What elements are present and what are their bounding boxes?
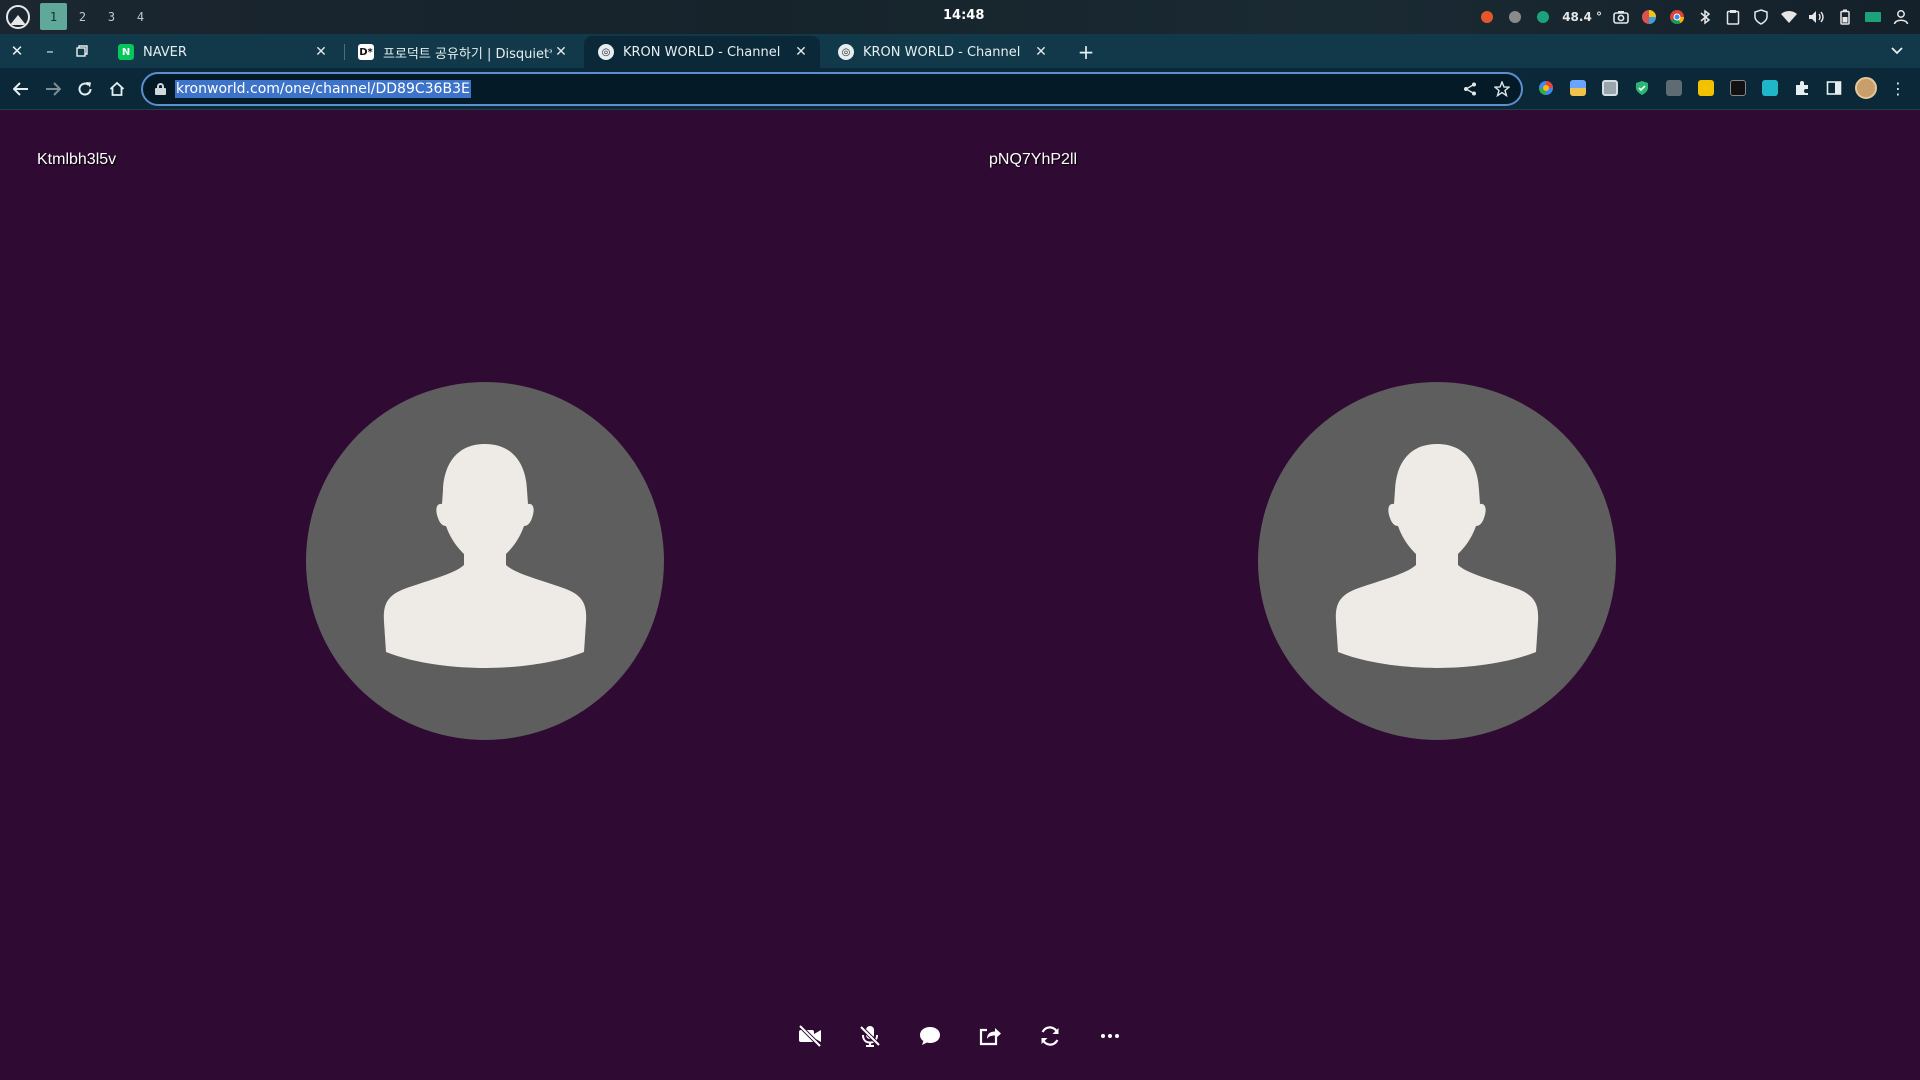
grey-dot-icon[interactable] [1506, 8, 1524, 26]
reload-icon[interactable] [72, 76, 98, 102]
browser-toolbar: kronworld.com/one/channel/DD89C36B3E ⋮ [0, 68, 1920, 110]
profile-avatar-icon[interactable] [1854, 76, 1878, 100]
tab-naver[interactable]: N NAVER ✕ [104, 36, 340, 68]
extension-color-wheel-icon[interactable] [1534, 76, 1558, 100]
tab-title: NAVER [143, 44, 187, 60]
side-panel-icon[interactable] [1822, 76, 1846, 100]
person-silhouette-icon [383, 444, 587, 668]
tab-title: 프로덕트 공유하기 | Disquiet* [383, 46, 552, 62]
tab-title: KRON WORLD - Channel [863, 44, 1021, 60]
extension-record-icon[interactable] [1726, 76, 1750, 100]
extension-image-icon[interactable] [1598, 76, 1622, 100]
new-tab-icon[interactable]: + [1074, 40, 1098, 64]
naver-favicon-icon: N [118, 44, 134, 60]
home-icon[interactable] [104, 76, 130, 102]
tab-kron-world-active[interactable]: ◎ KRON WORLD - Channel ✕ [584, 36, 820, 68]
participant-name: Ktmlbh3l5v [37, 151, 117, 168]
window-minimize-icon[interactable]: – [34, 34, 66, 68]
tab-strip: ✕ – N NAVER ✕ D* 프로덕트 공유하기 | Disquiet* ✕… [0, 34, 1920, 68]
participant-tile-right: pNQ7YhP2ll [952, 111, 1904, 971]
share-icon [979, 1028, 1001, 1046]
cpu-temperature: 48.4 ° [1562, 10, 1602, 24]
mic-off-button[interactable] [854, 1020, 886, 1052]
workspace-4[interactable]: 4 [127, 3, 154, 30]
tab-close-icon[interactable]: ✕ [312, 43, 330, 61]
bookmark-star-icon[interactable] [1493, 80, 1511, 98]
clock[interactable]: 14:48 [943, 8, 984, 23]
tab-title: KRON WORLD - Channel [623, 44, 781, 60]
kron-favicon-icon: ◎ [598, 44, 614, 60]
volume-icon[interactable] [1808, 8, 1826, 26]
extensions-bar: ⋮ [1534, 76, 1910, 100]
os-menu-icon[interactable] [6, 5, 30, 29]
chat-icon [920, 1027, 940, 1045]
tab-close-icon[interactable]: ✕ [1032, 43, 1050, 61]
shield-icon[interactable] [1752, 8, 1770, 26]
storage-icon[interactable] [1864, 8, 1882, 26]
mic-off-icon [859, 1025, 881, 1047]
color-picker-icon[interactable] [1640, 8, 1658, 26]
tab-kron-world[interactable]: ◎ KRON WORLD - Channel ✕ [824, 36, 1060, 68]
participant-avatar [1258, 382, 1616, 740]
chat-button[interactable] [914, 1020, 946, 1052]
camera-off-button[interactable] [794, 1020, 826, 1052]
extension-shield-check-icon[interactable] [1630, 76, 1654, 100]
address-bar[interactable]: kronworld.com/one/channel/DD89C36B3E [141, 72, 1523, 106]
participant-avatar [306, 382, 664, 740]
call-controls [0, 1011, 1920, 1061]
switch-camera-button[interactable] [1034, 1020, 1066, 1052]
screenshot-icon[interactable] [1612, 8, 1630, 26]
clipboard-icon[interactable] [1724, 8, 1742, 26]
lock-icon[interactable] [155, 83, 166, 95]
tab-search-chevron-icon[interactable] [1888, 42, 1906, 60]
forward-arrow-icon[interactable] [40, 76, 66, 102]
workspace-2[interactable]: 2 [69, 3, 96, 30]
video-call-area: Ktmlbh3l5v pNQ7YhP2ll [0, 111, 1920, 1080]
extension-chat-icon[interactable] [1758, 76, 1782, 100]
share-button[interactable] [974, 1020, 1006, 1052]
more-icon [1101, 1034, 1119, 1038]
participant-tile-left: Ktmlbh3l5v [0, 111, 952, 971]
tab-disquiet[interactable]: D* 프로덕트 공유하기 | Disquiet* ✕ [344, 36, 580, 68]
os-top-bar: 1 2 3 4 14:48 48.4 ° [0, 0, 1920, 34]
kron-favicon-icon: ◎ [838, 44, 854, 60]
browser-menu-kebab-icon[interactable]: ⋮ [1886, 76, 1910, 100]
window-restore-icon[interactable] [66, 34, 98, 68]
refresh-icon [1041, 1026, 1059, 1046]
camera-off-icon [798, 1024, 822, 1048]
more-options-button[interactable] [1094, 1020, 1126, 1052]
workspace-switcher: 1 2 3 4 [40, 3, 154, 30]
extensions-puzzle-icon[interactable] [1790, 76, 1814, 100]
person-silhouette-icon [1335, 444, 1539, 668]
green-dot-icon[interactable] [1534, 8, 1552, 26]
bluetooth-icon[interactable] [1696, 8, 1714, 26]
workspace-3[interactable]: 3 [98, 3, 125, 30]
battery-icon[interactable] [1836, 8, 1854, 26]
user-icon[interactable] [1892, 8, 1910, 26]
participant-name: pNQ7YhP2ll [989, 151, 1078, 168]
share-page-icon[interactable] [1461, 80, 1479, 98]
tab-close-icon[interactable]: ✕ [792, 43, 810, 61]
tab-close-icon[interactable]: ✕ [552, 43, 570, 61]
url-text[interactable]: kronworld.com/one/channel/DD89C36B3E [175, 80, 471, 98]
firefox-icon[interactable] [1478, 8, 1496, 26]
workspace-1[interactable]: 1 [40, 3, 67, 30]
disquiet-favicon-icon: D* [358, 44, 374, 60]
chrome-icon[interactable] [1668, 8, 1686, 26]
back-arrow-icon[interactable] [8, 76, 34, 102]
window-close-icon[interactable]: ✕ [1, 34, 33, 68]
extension-notes-icon[interactable] [1694, 76, 1718, 100]
extension-translate-icon[interactable] [1662, 76, 1686, 100]
extension-people-icon[interactable] [1566, 76, 1590, 100]
system-tray: 48.4 ° [1478, 5, 1910, 29]
wifi-icon[interactable] [1780, 8, 1798, 26]
